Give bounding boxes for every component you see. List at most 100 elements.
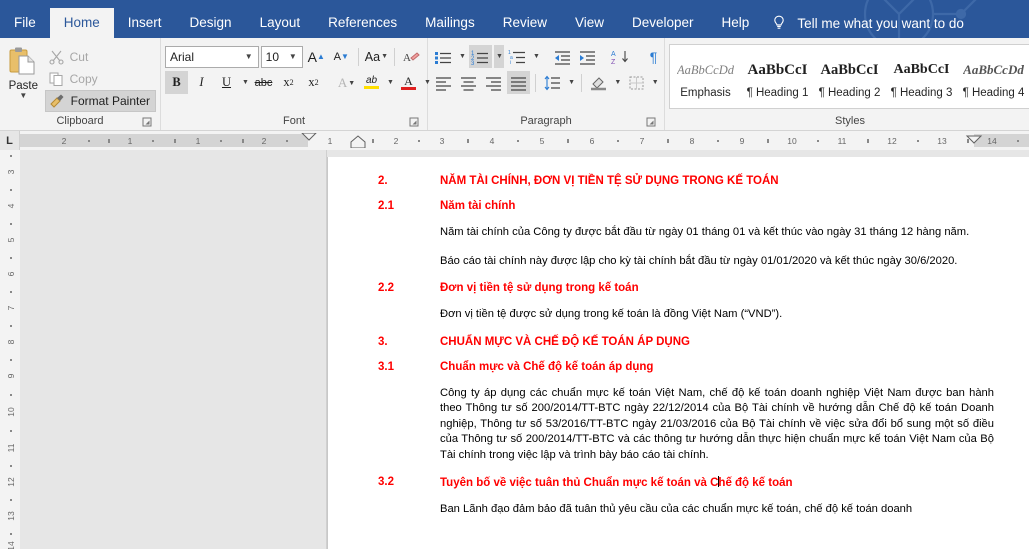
formatting-marks-button[interactable]: ¶ (642, 45, 665, 68)
bullets-dropdown[interactable]: ▼ (457, 45, 467, 68)
style-heading-1[interactable]: AaBbCcI ¶ Heading 1 (742, 45, 814, 108)
document-canvas[interactable]: 2. NĂM TÀI CHÍNH, ĐƠN VỊ TIỀN TỆ SỬ DỤNG… (327, 150, 1029, 549)
strikethrough-button[interactable]: abc (252, 71, 275, 94)
heading-block-with-cursor[interactable]: 3.2 Tuyên bố về việc tuân thủ Chuẩn mực … (378, 476, 994, 489)
chevron-down-icon: ▼ (288, 52, 297, 61)
underline-dropdown[interactable]: ▼ (240, 71, 250, 94)
paragraph-dialog-launcher[interactable] (646, 117, 656, 127)
horizontal-ruler[interactable]: 21 12 12 34 56 78 9 10 11 12 13 14 (20, 131, 1029, 150)
tab-design[interactable]: Design (176, 8, 246, 38)
shading-button[interactable] (587, 71, 610, 94)
heading-block[interactable]: 2.1 Năm tài chính (378, 200, 994, 212)
tab-developer[interactable]: Developer (618, 8, 708, 38)
subscript-button[interactable]: x2 (277, 71, 300, 94)
heading-number: 2. (378, 175, 388, 187)
svg-text:5: 5 (6, 237, 16, 242)
tab-review[interactable]: Review (489, 8, 561, 38)
svg-text:14: 14 (6, 541, 16, 549)
line-spacing-dropdown[interactable]: ▼ (566, 71, 576, 94)
align-right-button[interactable] (482, 71, 505, 94)
tab-layout[interactable]: Layout (246, 8, 315, 38)
paragraph[interactable]: Đơn vị tiền tệ được sử dụng trong kế toá… (440, 307, 994, 323)
grow-font-button[interactable]: A ▲ (305, 45, 328, 68)
styles-gallery[interactable]: AaBbCcDd Emphasis AaBbCcI ¶ Heading 1 Aa… (669, 44, 1029, 109)
svg-text:7: 7 (640, 136, 645, 146)
borders-dropdown[interactable]: ▼ (650, 71, 660, 94)
multilevel-list-button[interactable]: 1ai (506, 45, 529, 68)
tab-help[interactable]: Help (708, 8, 764, 38)
justify-button[interactable] (507, 71, 530, 94)
svg-text:1: 1 (196, 136, 201, 146)
borders-button[interactable] (625, 71, 648, 94)
cut-button[interactable]: Cut (45, 46, 156, 67)
multilevel-list-icon: 1ai (508, 50, 525, 65)
svg-text:i: i (510, 60, 511, 65)
superscript-button[interactable]: x2 (302, 71, 325, 94)
format-painter-button[interactable]: Format Painter (44, 90, 156, 112)
heading-text-after-caret: hế độ kế toán (718, 477, 793, 489)
font-color-button[interactable]: A (397, 71, 420, 94)
font-name-combo[interactable]: Arial ▼ (165, 45, 259, 68)
tab-view[interactable]: View (561, 8, 618, 38)
numbering-dropdown[interactable]: ▼ (494, 45, 504, 68)
underline-button[interactable]: U (215, 71, 238, 94)
bold-button[interactable]: B (165, 71, 188, 94)
heading-block[interactable]: 3. CHUẨN MỰC VÀ CHẾ ĐỘ KẾ TOÁN ÁP DỤNG (378, 336, 994, 348)
text-effects-button[interactable]: A ▼ (335, 71, 358, 94)
style-heading-2[interactable]: AaBbCcI ¶ Heading 2 (814, 45, 886, 108)
paragraph[interactable]: Công ty áp dụng các chuẩn mực kế toán Vi… (440, 386, 994, 464)
chevron-down-icon: ▼ (242, 78, 249, 86)
tell-me-search[interactable]: Tell me what you want to do (763, 8, 964, 38)
paragraph[interactable]: Năm tài chính của Công ty được bắt đầu t… (440, 225, 994, 241)
clear-formatting-button[interactable]: A (400, 45, 423, 68)
multilevel-dropdown[interactable]: ▼ (531, 45, 541, 68)
align-center-icon (461, 76, 476, 91)
clipboard-dialog-launcher[interactable] (142, 117, 152, 127)
tab-file[interactable]: File (0, 8, 50, 38)
italic-label: I (199, 75, 204, 89)
line-spacing-icon (544, 75, 560, 90)
tab-mailings[interactable]: Mailings (411, 8, 489, 38)
tab-home[interactable]: Home (49, 8, 114, 38)
style-heading-3[interactable]: AaBbCcI ¶ Heading 3 (886, 45, 958, 108)
chevron-down-icon: ▼ (387, 78, 394, 86)
italic-button[interactable]: I (190, 71, 213, 94)
increase-indent-button[interactable] (576, 45, 599, 68)
font-size-combo[interactable]: 10 ▼ (260, 45, 303, 68)
shrink-font-button[interactable]: A ▼ (330, 45, 353, 68)
bullets-button[interactable] (432, 45, 455, 68)
document-page[interactable]: 2. NĂM TÀI CHÍNH, ĐƠN VỊ TIỀN TỆ SỬ DỤNG… (327, 157, 1029, 549)
line-spacing-button[interactable] (541, 71, 564, 94)
paste-button[interactable]: Paste ▼ (4, 43, 43, 113)
paragraph[interactable]: Ban Lãnh đạo đảm bảo đã tuân thủ yêu cầu… (440, 502, 994, 518)
svg-text:2: 2 (262, 136, 267, 146)
tab-stop-selector[interactable]: L (0, 131, 20, 150)
style-heading-4[interactable]: AaBbCcDd ¶ Heading 4 (958, 45, 1029, 108)
heading-block[interactable]: 2. NĂM TÀI CHÍNH, ĐƠN VỊ TIỀN TỆ SỬ DỤNG… (378, 175, 994, 187)
change-case-button[interactable]: Aa ▼ (364, 45, 389, 68)
style-emphasis[interactable]: AaBbCcDd Emphasis (670, 45, 742, 108)
sort-button[interactable]: A Z (609, 45, 632, 68)
decrease-indent-button[interactable] (551, 45, 574, 68)
tab-insert[interactable]: Insert (114, 8, 176, 38)
shading-dropdown[interactable]: ▼ (612, 71, 622, 94)
heading-block[interactable]: 2.2 Đơn vị tiền tệ sử dụng trong kế toán (378, 282, 994, 294)
paragraph[interactable]: Báo cáo tài chính này được lập cho kỳ tà… (440, 254, 994, 270)
heading-block[interactable]: 3.1 Chuẩn mực và Chế độ kế toán áp dụng (378, 361, 994, 373)
heading-text: Năm tài chính (440, 200, 516, 212)
highlight-dropdown[interactable]: ▼ (385, 71, 395, 94)
align-left-button[interactable] (432, 71, 455, 94)
copy-button[interactable]: Copy (45, 68, 156, 89)
highlight-label: ab (365, 75, 378, 86)
text-highlight-button[interactable]: ab (360, 71, 383, 94)
svg-text:A: A (611, 51, 616, 58)
navigation-pane[interactable] (20, 150, 327, 549)
style-preview: AaBbCcI (820, 61, 879, 78)
svg-text:5: 5 (540, 136, 545, 146)
align-center-button[interactable] (457, 71, 480, 94)
tab-references[interactable]: References (314, 8, 411, 38)
paste-dropdown-caret[interactable]: ▼ (19, 92, 27, 100)
numbering-button[interactable]: 123 (469, 45, 492, 68)
font-dialog-launcher[interactable] (409, 117, 419, 127)
vertical-ruler[interactable]: 3 4 5 6 7 8 9 10 11 12 13 14 (0, 150, 20, 549)
